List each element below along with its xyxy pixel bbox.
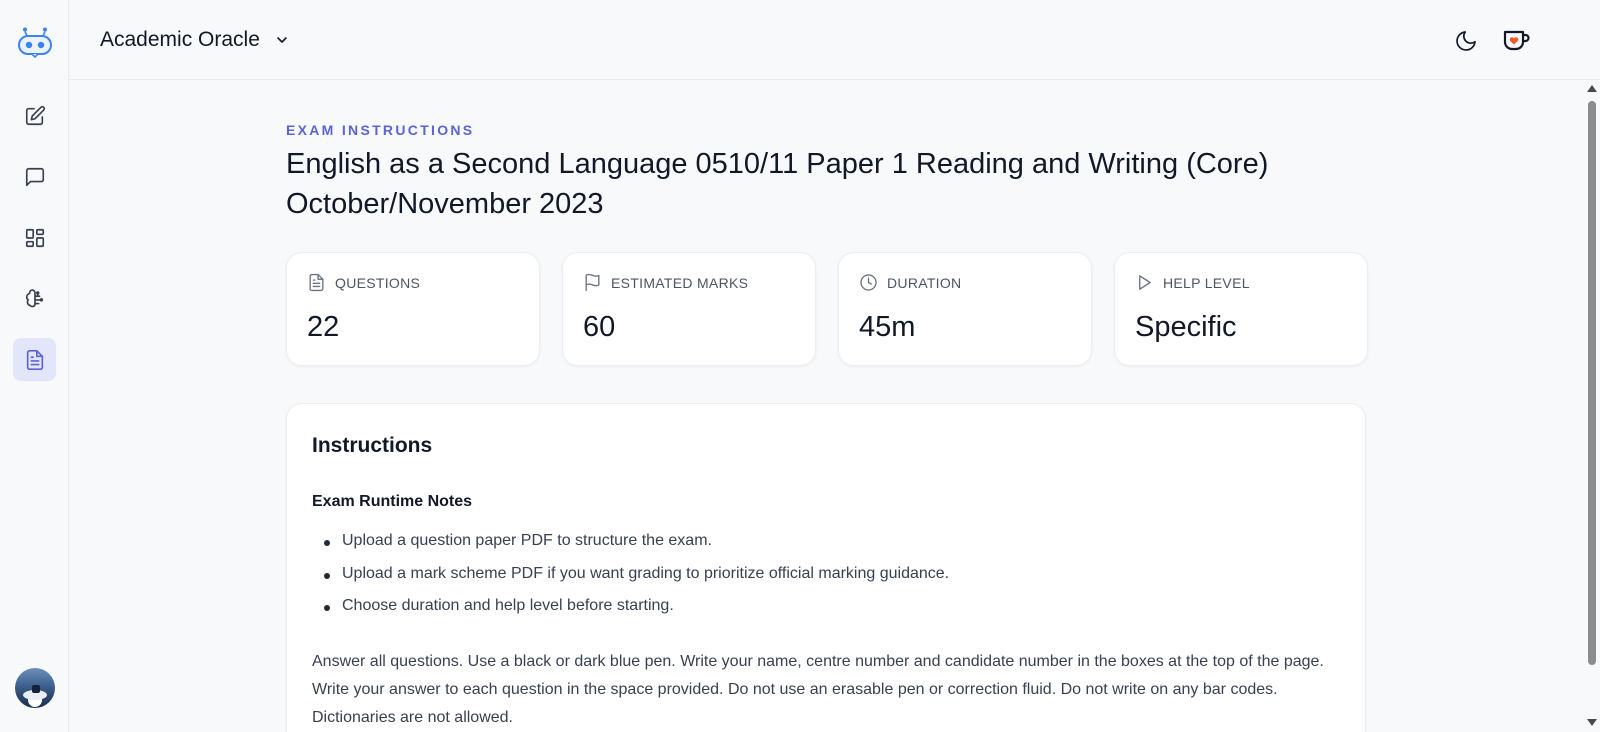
list-item: Upload a mark scheme PDF if you want gra… (312, 565, 949, 598)
stat-card-estimated-marks: ESTIMATED MARKS 60 (562, 252, 816, 366)
exam-stats: QUESTIONS 22 ESTIMATED MARKS 60 DURATION… (286, 252, 1368, 366)
model-selector[interactable]: Academic Oracle (100, 28, 290, 52)
coffee-heart-icon (1503, 30, 1530, 51)
chat-button[interactable] (13, 155, 56, 198)
instructions-paragraph: Answer all questions. Use a black or dar… (312, 653, 1324, 726)
moon-icon (1456, 31, 1476, 51)
sidebar (0, 0, 69, 732)
stat-value: 45m (859, 311, 916, 343)
exam-title: English as a Second Language 0510/11 Pap… (286, 148, 1269, 220)
brain-button[interactable] (13, 277, 56, 320)
stat-label: HELP LEVEL (1163, 274, 1250, 291)
stat-card-duration: DURATION 45m (838, 252, 1092, 366)
dark-mode-toggle[interactable] (1451, 26, 1481, 56)
app: Academic Oracle EXAM INSTRUCTIONS Englis… (0, 0, 1600, 732)
instructions-card: Instructions Exam Runtime Notes Upload a… (286, 403, 1366, 732)
robot-logo-icon[interactable] (14, 24, 56, 60)
runtime-notes-heading: Exam Runtime Notes (312, 493, 473, 510)
scrollbar[interactable] (1583, 81, 1600, 732)
grid-icon (25, 228, 44, 247)
stat-value: 60 (583, 311, 616, 343)
avatar[interactable] (15, 668, 55, 708)
app-name: Academic Oracle (100, 28, 260, 51)
flag-icon (585, 273, 600, 292)
clock-icon (860, 274, 877, 291)
dashboard-button[interactable] (13, 216, 56, 259)
stat-value: 22 (307, 311, 340, 343)
runtime-notes-list: Upload a question paper PDF to structure… (312, 532, 949, 630)
list-item: Choose duration and help level before st… (312, 597, 949, 630)
stat-label: DURATION (887, 274, 962, 291)
new-note-button[interactable] (13, 94, 56, 137)
chevron-down-icon (277, 37, 287, 43)
stat-value: Specific (1135, 311, 1237, 343)
instructions-title: Instructions (312, 434, 433, 457)
section-eyebrow: EXAM INSTRUCTIONS (286, 122, 475, 138)
stat-label: QUESTIONS (335, 274, 421, 291)
brain-icon (25, 288, 43, 307)
scroll-up-arrow-icon[interactable] (1587, 85, 1597, 92)
document-icon (26, 349, 43, 370)
document-icon (309, 273, 324, 292)
stat-card-help-level: HELP LEVEL Specific (1114, 252, 1368, 366)
support-button[interactable] (1501, 26, 1531, 56)
exam-button[interactable] (13, 338, 56, 381)
top-bar: Academic Oracle (69, 0, 1600, 80)
scroll-thumb[interactable] (1588, 101, 1596, 665)
stat-card-questions: QUESTIONS 22 (286, 252, 540, 366)
scroll-down-arrow-icon[interactable] (1587, 719, 1597, 726)
list-item: Upload a question paper PDF to structure… (312, 532, 949, 565)
play-icon (1139, 275, 1151, 290)
message-square-icon (25, 167, 44, 186)
stat-label: ESTIMATED MARKS (611, 274, 749, 291)
pencil-square-icon (25, 105, 45, 125)
